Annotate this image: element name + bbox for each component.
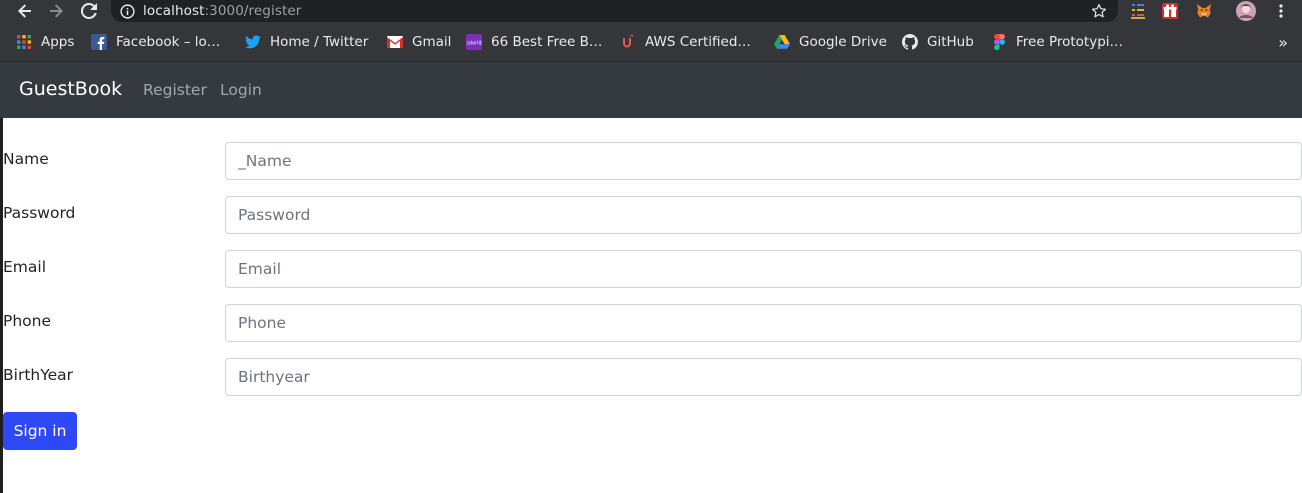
phone-input[interactable] <box>225 304 1302 342</box>
bookmark-label: Apps <box>41 34 75 50</box>
extension-list-icon[interactable] <box>1128 1 1148 21</box>
bookmark-label: AWS Certified… <box>645 34 751 50</box>
svg-text:colorlib: colorlib <box>466 41 482 47</box>
bookmark-colorlib[interactable]: colorlib 66 Best Free B… <box>466 22 602 62</box>
bookmarks-overflow-button[interactable]: » <box>1278 22 1288 62</box>
email-label: Email <box>3 258 47 276</box>
bookmarks-bar: Apps Facebook – lo… Home / Twitter Gmail… <box>0 22 1302 62</box>
name-input[interactable] <box>225 142 1302 180</box>
bookmark-label: 66 Best Free B… <box>491 34 603 50</box>
nav-link-register[interactable]: Register <box>143 81 207 99</box>
bookmark-apps[interactable]: Apps <box>16 22 74 62</box>
nav-link-login[interactable]: Login <box>220 81 262 99</box>
address-bar[interactable]: localhost:3000/register <box>111 0 1118 22</box>
sign-in-button[interactable]: Sign in <box>3 412 77 450</box>
gift-extension-icon[interactable] <box>1160 1 1180 21</box>
browser-menu-icon[interactable] <box>1271 1 1291 21</box>
site-info-icon[interactable] <box>119 3 135 19</box>
name-label: Name <box>3 150 49 168</box>
app-navbar: GuestBook Register Login <box>0 62 1302 118</box>
browser-toolbar: localhost:3000/register <box>0 0 1302 22</box>
forward-button[interactable] <box>45 0 67 22</box>
bookmark-aws-certified[interactable]: AWS Certified… <box>620 22 751 62</box>
birthyear-input[interactable] <box>225 358 1302 396</box>
form-row-birthyear: BirthYear <box>0 358 1302 396</box>
bookmark-facebook[interactable]: Facebook – lo… <box>91 22 220 62</box>
twitter-icon <box>245 34 261 50</box>
form-row-email: Email <box>0 250 1302 288</box>
bookmark-label: Google Drive <box>799 34 887 50</box>
bookmark-label: Gmail <box>412 34 452 50</box>
bookmark-label: Home / Twitter <box>270 34 369 50</box>
bookmark-twitter[interactable]: Home / Twitter <box>245 22 368 62</box>
github-icon <box>902 34 918 50</box>
bookmark-label: GitHub <box>927 34 974 50</box>
url-path: :3000/register <box>204 3 302 19</box>
profile-avatar[interactable] <box>1236 1 1256 21</box>
reload-icon <box>81 3 97 19</box>
figma-icon <box>991 34 1007 50</box>
metamask-fox-icon[interactable] <box>1194 1 1214 21</box>
navbar-brand[interactable]: GuestBook <box>19 78 122 100</box>
bookmark-gmail[interactable]: Gmail <box>387 22 451 62</box>
bookmark-github[interactable]: GitHub <box>902 22 974 62</box>
udemy-icon <box>620 34 636 50</box>
email-input[interactable] <box>225 250 1302 288</box>
form-row-password: Password <box>0 196 1302 234</box>
url-host: localhost <box>143 3 205 19</box>
password-label: Password <box>3 204 76 222</box>
birthyear-label: BirthYear <box>3 366 74 384</box>
bookmark-figma[interactable]: Free Prototypi… <box>991 22 1123 62</box>
apps-grid-icon <box>16 34 32 50</box>
phone-label: Phone <box>3 312 52 330</box>
reload-button[interactable] <box>78 0 100 22</box>
url-text: localhost:3000/register <box>143 3 301 19</box>
gmail-icon <box>387 34 403 50</box>
google-drive-icon <box>774 34 790 50</box>
forward-arrow-icon <box>50 4 63 18</box>
form-row-name: Name <box>0 142 1302 180</box>
colorlib-icon: colorlib <box>466 34 482 50</box>
password-input[interactable] <box>225 196 1302 234</box>
bookmark-google-drive[interactable]: Google Drive <box>774 22 887 62</box>
form-row-phone: Phone <box>0 304 1302 342</box>
back-arrow-icon <box>18 4 31 18</box>
bookmark-star-icon[interactable] <box>1090 2 1108 20</box>
bookmark-label: Facebook – lo… <box>116 34 221 50</box>
back-button[interactable] <box>14 0 36 22</box>
facebook-icon <box>91 34 107 50</box>
bookmark-label: Free Prototypi… <box>1016 34 1124 50</box>
